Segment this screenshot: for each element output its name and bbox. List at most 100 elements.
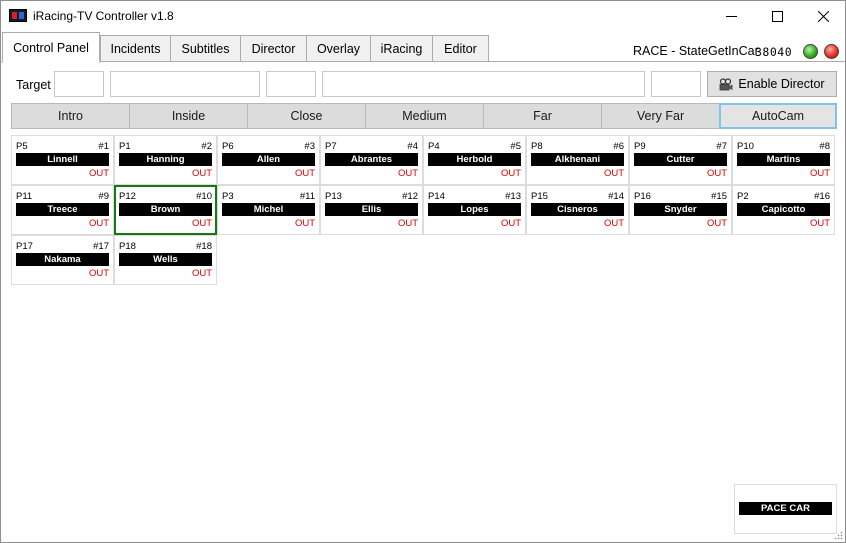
driver-position: P17 (16, 241, 33, 252)
driver-name: Ellis (325, 203, 418, 216)
camera-medium-button[interactable]: Medium (365, 103, 484, 129)
driver-number: #17 (93, 241, 109, 252)
session-state: RACE - StateGetInCar (633, 44, 759, 58)
title-bar[interactable]: iRacing-TV Controller v1.8 (1, 1, 845, 32)
driver-state: OUT (88, 218, 109, 229)
tab-overlay[interactable]: Overlay (306, 35, 371, 62)
tab-director[interactable]: Director (240, 35, 307, 62)
driver-card[interactable]: P9 #7 Cutter OUT (629, 135, 732, 185)
driver-position: P5 (16, 141, 28, 152)
driver-position: P18 (119, 241, 136, 252)
driver-state: OUT (706, 218, 727, 229)
driver-card[interactable]: P6 #3 Allen OUT (217, 135, 320, 185)
driver-number: #10 (196, 191, 212, 202)
maximize-button[interactable] (754, 1, 800, 32)
driver-position: P14 (428, 191, 445, 202)
app-window: iRacing-TV Controller v1.8 Control Panel… (0, 0, 846, 543)
driver-state: OUT (500, 218, 521, 229)
driver-state: OUT (809, 218, 830, 229)
driver-card[interactable]: P1 #2 Hanning OUT (114, 135, 217, 185)
driver-name: Brown (119, 203, 212, 216)
driver-position: P7 (325, 141, 337, 152)
driver-card[interactable]: P7 #4 Abrantes OUT (320, 135, 423, 185)
tab-divider (1, 61, 845, 62)
driver-name: Cutter (634, 153, 727, 166)
driver-position: P10 (737, 141, 754, 152)
target-field-5[interactable] (651, 71, 701, 97)
driver-position: P4 (428, 141, 440, 152)
pace-car-name: PACE CAR (739, 502, 832, 515)
driver-card[interactable]: P5 #1 Linnell OUT (11, 135, 114, 185)
driver-position: P3 (222, 191, 234, 202)
target-field-3[interactable] (266, 71, 316, 97)
driver-name: Martins (737, 153, 830, 166)
minimize-button[interactable] (708, 1, 754, 32)
target-label: Target (16, 78, 51, 92)
driver-state: OUT (706, 168, 727, 179)
driver-number: #6 (613, 141, 624, 152)
driver-card[interactable]: P10 #8 Martins OUT (732, 135, 835, 185)
target-field-1[interactable] (54, 71, 104, 97)
driver-state: OUT (500, 168, 521, 179)
resize-grip-icon[interactable] (833, 530, 843, 540)
driver-card[interactable]: P8 #6 Alkhenani OUT (526, 135, 629, 185)
target-field-4[interactable] (322, 71, 645, 97)
driver-position: P1 (119, 141, 131, 152)
tab-iracing[interactable]: iRacing (370, 35, 433, 62)
camera-icon (720, 77, 733, 90)
driver-position: P12 (119, 191, 136, 202)
camera-close-button[interactable]: Close (247, 103, 366, 129)
camera-autocam-button[interactable]: AutoCam (719, 103, 837, 129)
driver-position: P11 (16, 191, 33, 202)
driver-name: Hanning (119, 153, 212, 166)
driver-position: P6 (222, 141, 234, 152)
enable-director-button[interactable]: Enable Director (707, 71, 837, 97)
camera-very-far-button[interactable]: Very Far (601, 103, 720, 129)
driver-card[interactable]: P3 #11 Michel OUT (217, 185, 320, 235)
driver-name: Cisneros (531, 203, 624, 216)
driver-number: #4 (407, 141, 418, 152)
driver-number: #11 (299, 191, 315, 202)
driver-card[interactable]: P14 #13 Lopes OUT (423, 185, 526, 235)
tab-incidents[interactable]: Incidents (100, 35, 171, 62)
driver-card[interactable]: P16 #15 Snyder OUT (629, 185, 732, 235)
driver-card[interactable]: P17 #17 Nakama OUT (11, 235, 114, 285)
driver-state: OUT (397, 168, 418, 179)
driver-card[interactable]: P18 #18 Wells OUT (114, 235, 217, 285)
driver-name: Herbold (428, 153, 521, 166)
driver-name: Capicotto (737, 203, 830, 216)
driver-number: #12 (402, 191, 418, 202)
tab-control-panel[interactable]: Control Panel (2, 32, 100, 63)
driver-card[interactable]: P2 #16 Capicotto OUT (732, 185, 835, 235)
close-button[interactable] (800, 1, 846, 32)
status-code: 38040 (755, 45, 793, 59)
camera-button-row: Intro Inside Close Medium Far Very Far A… (11, 103, 837, 129)
camera-intro-button[interactable]: Intro (11, 103, 130, 129)
driver-card[interactable]: P15 #14 Cisneros OUT (526, 185, 629, 235)
driver-name: Treece (16, 203, 109, 216)
driver-position: P2 (737, 191, 749, 202)
driver-card[interactable]: P11 #9 Treece OUT (11, 185, 114, 235)
tab-editor[interactable]: Editor (432, 35, 489, 62)
camera-far-button[interactable]: Far (483, 103, 602, 129)
driver-state: OUT (294, 168, 315, 179)
target-field-2[interactable] (110, 71, 260, 97)
driver-card[interactable]: P13 #12 Ellis OUT (320, 185, 423, 235)
driver-name: Michel (222, 203, 315, 216)
driver-number: #8 (819, 141, 830, 152)
driver-state: OUT (603, 168, 624, 179)
driver-number: #18 (196, 241, 212, 252)
close-icon (817, 11, 829, 22)
driver-card-selected[interactable]: P12 #10 Brown OUT (114, 185, 217, 235)
driver-number: #14 (608, 191, 624, 202)
driver-state: OUT (603, 218, 624, 229)
driver-number: #9 (98, 191, 109, 202)
pace-car-card[interactable]: PACE CAR (734, 484, 837, 534)
maximize-icon (771, 11, 783, 22)
camera-inside-button[interactable]: Inside (129, 103, 248, 129)
tab-subtitles[interactable]: Subtitles (170, 35, 241, 62)
enable-director-label: Enable Director (738, 77, 825, 91)
driver-number: #15 (711, 191, 727, 202)
driver-name: Snyder (634, 203, 727, 216)
driver-card[interactable]: P4 #5 Herbold OUT (423, 135, 526, 185)
